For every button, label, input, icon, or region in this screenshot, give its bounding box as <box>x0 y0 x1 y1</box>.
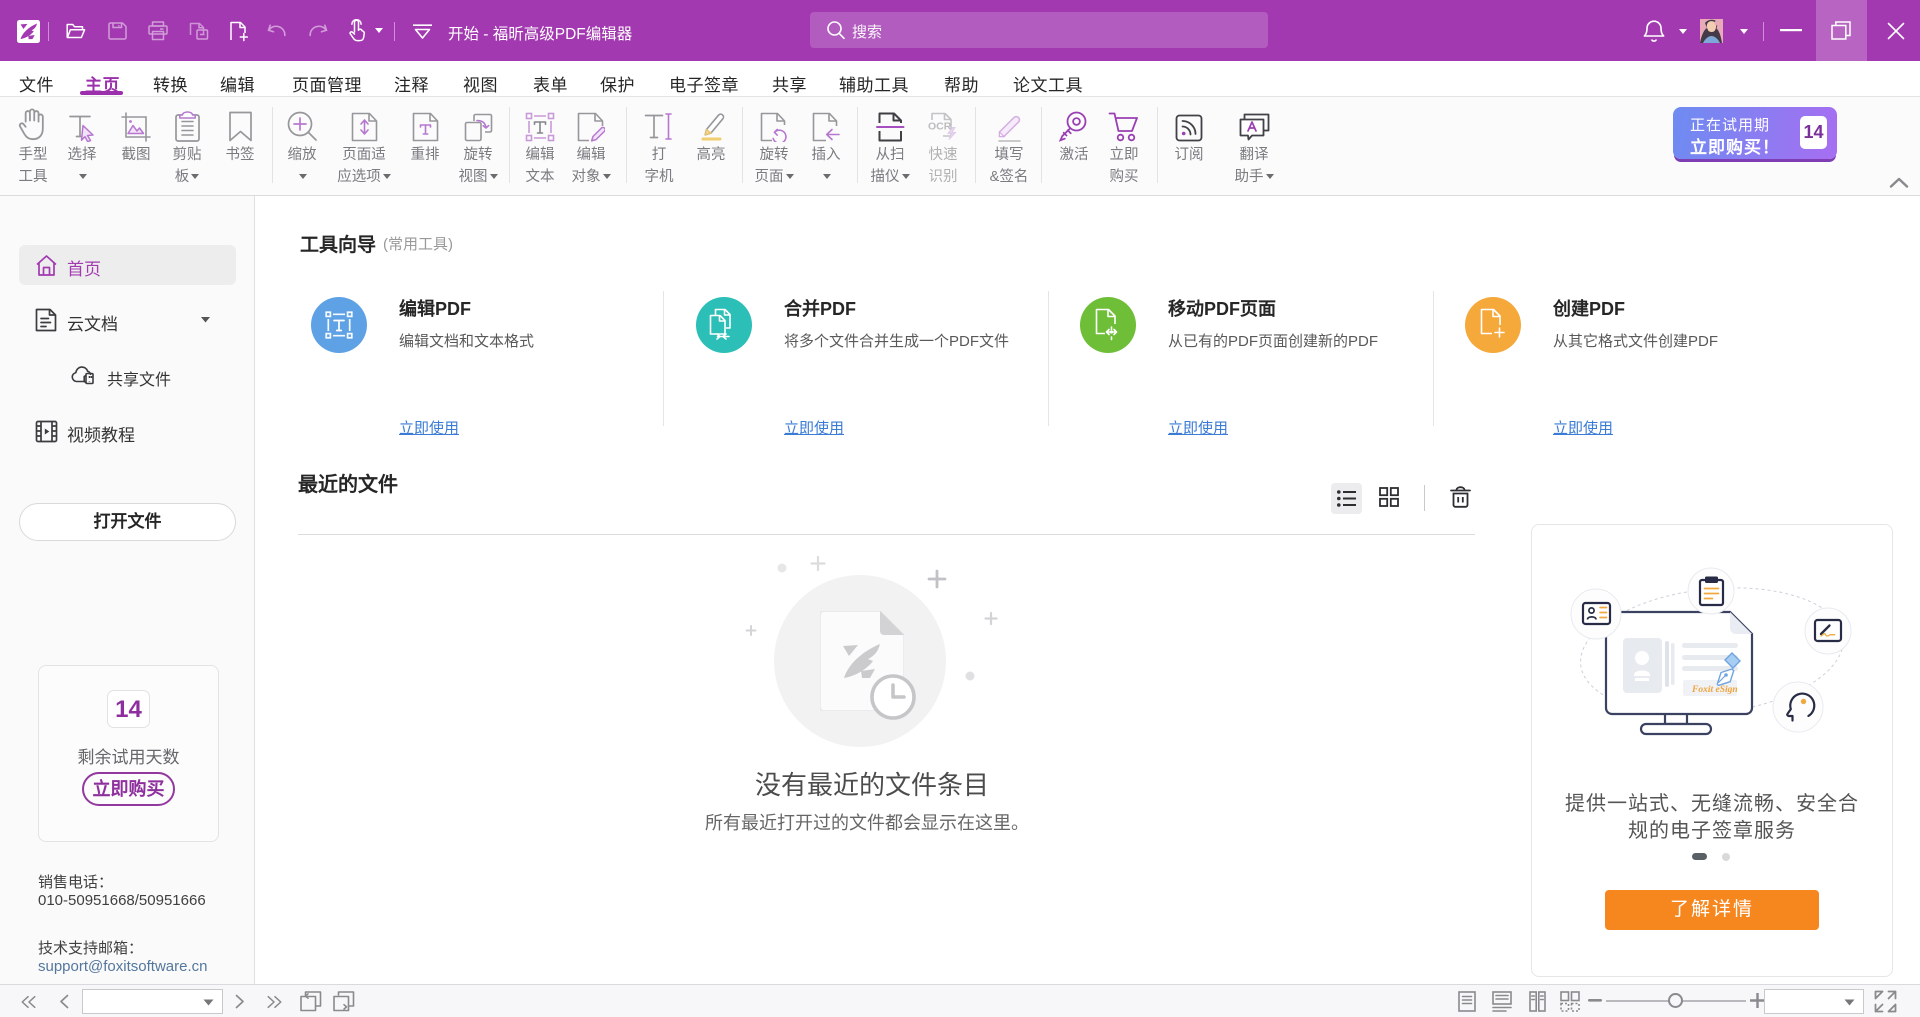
svg-text:Foxit eSign: Foxit eSign <box>1691 685 1738 695</box>
svg-text:OCR: OCR <box>928 121 952 133</box>
